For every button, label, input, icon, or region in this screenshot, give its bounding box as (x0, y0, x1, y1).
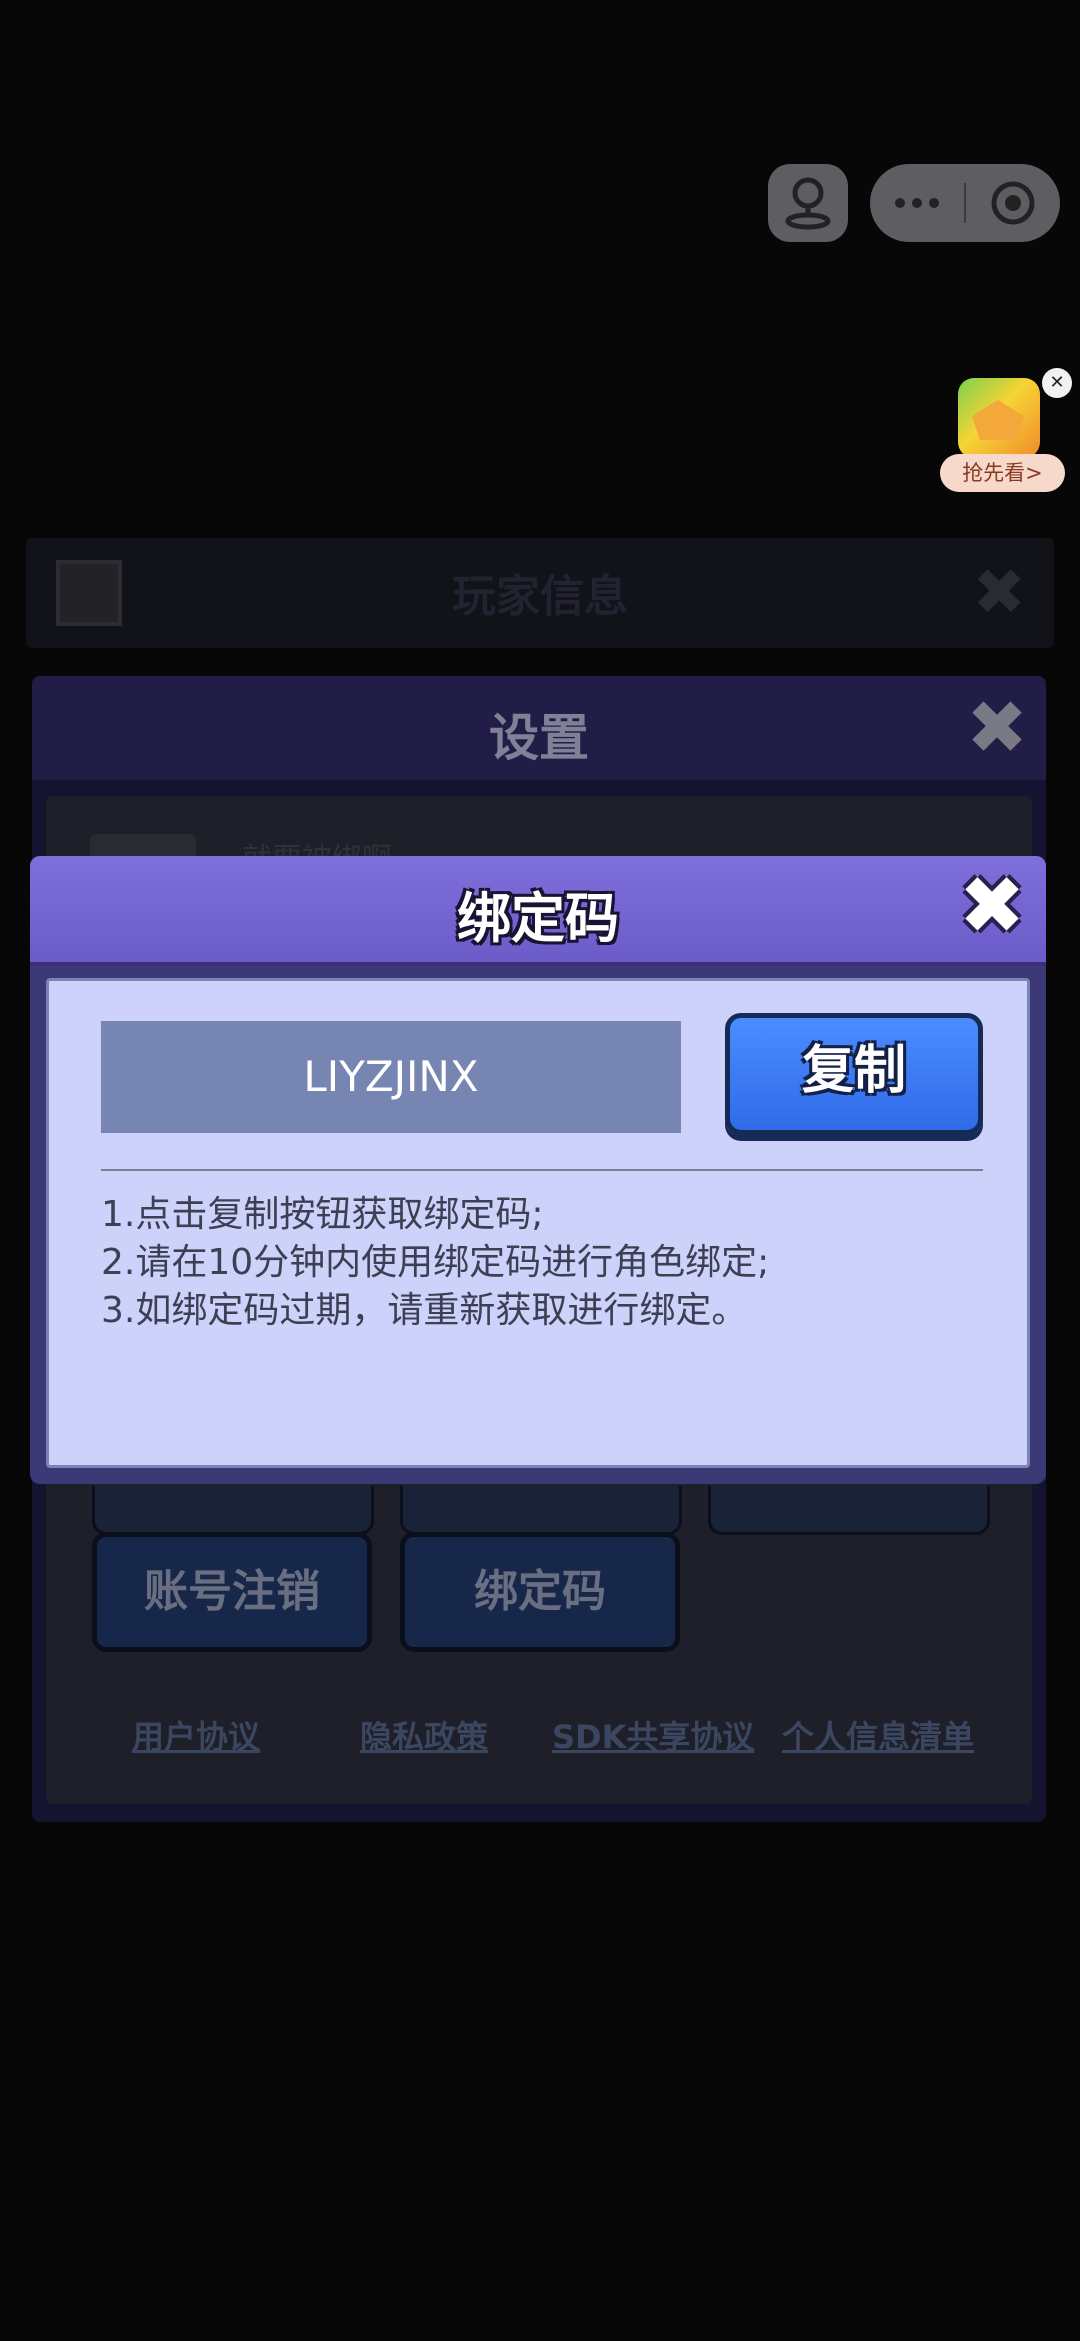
player-info-panel: 玩家信息 ✖ (26, 538, 1054, 648)
more-button[interactable] (870, 164, 964, 242)
exit-button[interactable] (966, 164, 1060, 242)
person-pin-icon (785, 177, 831, 230)
instruction-line: 1.点击复制按钮获取绑定码; (101, 1194, 544, 1235)
user-agreement-link[interactable]: 用户协议 (132, 1712, 260, 1758)
ad-image (958, 378, 1040, 458)
more-icon (895, 198, 939, 208)
player-info-title: 玩家信息 (452, 571, 628, 622)
settings-header: 设置 ✖ (32, 676, 1046, 780)
close-icon[interactable]: ✖ (952, 866, 1032, 946)
profile-button[interactable] (768, 164, 848, 242)
privacy-policy-link[interactable]: 隐私政策 (360, 1712, 488, 1758)
target-icon (991, 181, 1035, 225)
miniprogram-capsule (870, 164, 1060, 242)
close-icon[interactable]: ✕ (1042, 368, 1072, 398)
instruction-line: 3.如绑定码过期，请重新获取进行绑定。 (101, 1290, 748, 1331)
personal-info-list-link[interactable]: 个人信息清单 (782, 1712, 974, 1758)
instructions: 1.点击复制按钮获取绑定码; 2.请在10分钟内使用绑定码进行角色绑定; 3.如… (101, 1191, 769, 1335)
settings-title: 设置 (489, 709, 589, 767)
sdk-sharing-link[interactable]: SDK共享协议 (552, 1712, 754, 1758)
bind-code-button[interactable]: 绑定码 (400, 1532, 680, 1652)
dialog-header: 绑定码 ✖ (30, 856, 1046, 966)
instruction-line: 2.请在10分钟内使用绑定码进行角色绑定; (101, 1242, 770, 1283)
copy-button[interactable]: 复制 (725, 1013, 983, 1135)
hidden-button-bottom (708, 1486, 990, 1535)
bind-code-dialog: 绑定码 ✖ LIYZJINX 复制 1.点击复制按钮获取绑定码; 2.请在10分… (30, 856, 1046, 1484)
close-icon: ✖ (965, 685, 1028, 771)
divider (101, 1169, 983, 1171)
account-cancel-button[interactable]: 账号注销 (92, 1532, 372, 1652)
hidden-button-bottom (400, 1486, 682, 1535)
dialog-body: LIYZJINX 复制 1.点击复制按钮获取绑定码; 2.请在10分钟内使用绑定… (46, 978, 1030, 1468)
hidden-button-bottom (92, 1486, 374, 1535)
ad-label[interactable]: 抢先看> (940, 454, 1065, 492)
ad-float[interactable]: 抢先看> ✕ (940, 368, 1072, 496)
dialog-title: 绑定码 (457, 887, 619, 950)
bind-code-value: LIYZJINX (101, 1021, 681, 1133)
close-icon: ✖ (972, 556, 1026, 630)
